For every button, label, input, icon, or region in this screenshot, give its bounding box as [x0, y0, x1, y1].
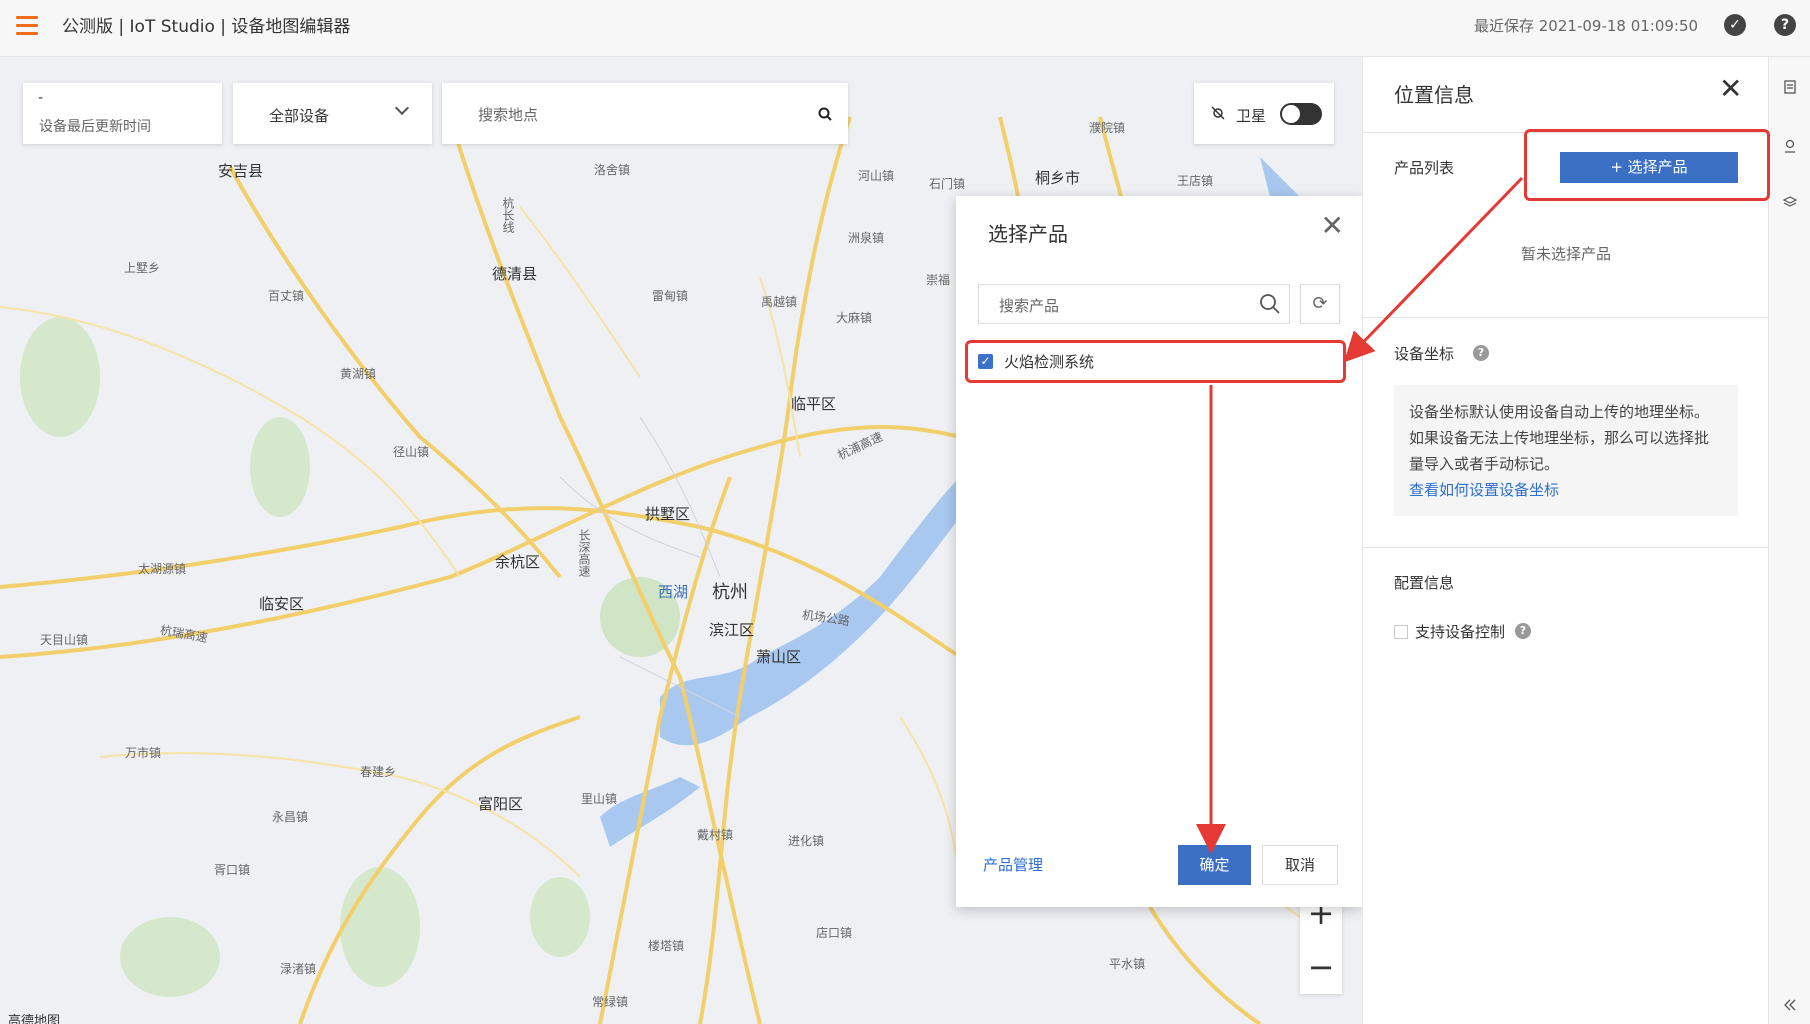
coords-help-icon[interactable]: ?: [1473, 345, 1489, 361]
map-label: 渌渚镇: [280, 962, 317, 976]
device-filter-value: 全部设备: [269, 107, 330, 125]
location-info-panel: 位置信息 ✕ 产品列表 + 选择产品 暂未选择产品 设备坐标 ? 设备坐标默认使…: [1362, 57, 1769, 1024]
coords-help-link[interactable]: 查看如何设置设备坐标: [1409, 477, 1723, 503]
publish-check-icon[interactable]: ✓: [1724, 14, 1746, 36]
place-search-placeholder: 搜索地点: [478, 106, 539, 124]
select-product-dialog: 选择产品 ✕ 搜索产品 ⟳ ✓ 火焰检测系统 产品管理 确定 取消: [956, 196, 1362, 907]
collapse-icon[interactable]: [1782, 997, 1798, 1013]
device-control-label: 支持设备控制: [1415, 623, 1506, 641]
map-label: 百丈镇: [268, 289, 305, 303]
config-info-label: 配置信息: [1394, 574, 1455, 592]
map-label: 滨江区: [709, 621, 755, 639]
search-icon[interactable]: [1259, 293, 1281, 315]
satellite-toggle[interactable]: [1280, 103, 1322, 125]
map-label: 河山镇: [858, 169, 895, 183]
update-time-value: -: [38, 90, 44, 106]
map-label: 黄湖镇: [340, 367, 377, 381]
map-label: 洛舍镇: [594, 163, 631, 177]
map-label: 石门镇: [929, 177, 966, 191]
location-pin-icon[interactable]: [1782, 138, 1798, 154]
map-label: 禹越镇: [761, 295, 798, 309]
map-label: 德清县: [492, 265, 538, 283]
highlight-select-product-button: [1524, 129, 1770, 201]
map-provider-logo: 高德地图: [8, 1014, 61, 1024]
top-header: 公测版 | IoT Studio | 设备地图编辑器 最近保存 2021-09-…: [0, 0, 1810, 57]
map-label: 长深高速: [577, 529, 591, 577]
panel-title: 位置信息: [1394, 83, 1474, 107]
map-label: 濮院镇: [1089, 121, 1126, 135]
last-saved-time: 最近保存 2021-09-18 01:09:50: [1474, 17, 1699, 35]
map-label: 王店镇: [1177, 174, 1214, 188]
place-search-input[interactable]: 搜索地点: [442, 83, 848, 144]
map-label: 萧山区: [756, 648, 802, 666]
product-management-link[interactable]: 产品管理: [983, 854, 1043, 875]
map-label: 进化镇: [788, 834, 825, 848]
map-label: 崇福: [926, 273, 951, 287]
help-icon[interactable]: ?: [1774, 14, 1796, 36]
map-label: 余杭区: [495, 553, 541, 571]
map-label: 临安区: [259, 595, 305, 613]
chevron-down-icon: [394, 100, 410, 116]
map-label: 拱墅区: [645, 505, 691, 523]
map-label: 春建乡: [360, 765, 397, 779]
document-icon[interactable]: [1782, 79, 1798, 95]
search-icon[interactable]: [818, 107, 832, 121]
map-label: 万市镇: [125, 746, 162, 760]
zoom-out-button[interactable]: −: [1300, 940, 1342, 994]
map-label: 临平区: [791, 395, 837, 413]
product-search-placeholder: 搜索产品: [999, 297, 1060, 315]
map-label: 天目山镇: [40, 633, 89, 647]
map-label: 杭长线: [501, 197, 515, 233]
dialog-title: 选择产品: [988, 222, 1068, 246]
product-list-label: 产品列表: [1394, 159, 1455, 177]
map-label: 雷甸镇: [652, 289, 689, 303]
divider: [1363, 547, 1769, 548]
divider: [1363, 317, 1769, 318]
map-label: 富阳区: [478, 795, 524, 813]
map-label: 永昌镇: [272, 810, 309, 824]
map-label: 大麻镇: [836, 311, 873, 325]
confirm-button[interactable]: 确定: [1178, 845, 1251, 885]
map-label: 西湖: [658, 583, 689, 601]
map-label: 径山镇: [393, 445, 430, 459]
map-label: 店口镇: [816, 926, 853, 940]
map-label: 楼塔镇: [648, 939, 685, 953]
empty-product-text: 暂未选择产品: [1521, 245, 1612, 263]
cancel-button[interactable]: 取消: [1262, 845, 1338, 885]
map-label: 常绿镇: [592, 995, 629, 1009]
device-coords-label: 设备坐标: [1394, 345, 1455, 363]
device-update-time-card: - 设备最后更新时间: [23, 83, 222, 144]
map-label: 太湖源镇: [138, 562, 187, 576]
layers-icon[interactable]: [1782, 195, 1798, 211]
map-label: 胥口镇: [214, 863, 251, 877]
satellite-toggle-card: 卫星: [1194, 83, 1334, 144]
dialog-close-icon[interactable]: ✕: [1321, 212, 1344, 240]
map-label: 洲泉镇: [848, 231, 885, 245]
map-label: 安吉县: [218, 162, 264, 180]
product-search-input[interactable]: 搜索产品: [978, 284, 1290, 324]
refresh-icon[interactable]: ⟳: [1300, 284, 1340, 324]
device-filter-select[interactable]: 全部设备: [233, 83, 432, 144]
device-control-help-icon[interactable]: ?: [1515, 623, 1531, 639]
map-label: 上墅乡: [124, 261, 161, 275]
highlight-product-item: [965, 340, 1346, 383]
app-title: 公测版 | IoT Studio | 设备地图编辑器: [62, 17, 351, 37]
map-label: 里山镇: [581, 792, 618, 806]
satellite-icon: [1211, 106, 1225, 120]
map-label: 杭州: [712, 582, 748, 603]
satellite-label: 卫星: [1236, 107, 1267, 125]
coords-info-box: 设备坐标默认使用设备自动上传的地理坐标。如果设备无法上传地理坐标，那么可以选择批…: [1394, 385, 1738, 516]
update-time-label: 设备最后更新时间: [39, 119, 151, 135]
map-label: 平水镇: [1109, 957, 1146, 971]
device-control-checkbox[interactable]: [1394, 625, 1408, 639]
map-label: 戴村镇: [697, 828, 734, 842]
panel-close-icon[interactable]: ✕: [1719, 75, 1742, 103]
right-tool-rail: [1768, 57, 1810, 1024]
coords-info-text: 设备坐标默认使用设备自动上传的地理坐标。如果设备无法上传地理坐标，那么可以选择批…: [1409, 403, 1710, 473]
map-label: 桐乡市: [1035, 169, 1081, 187]
hamburger-menu-icon[interactable]: [16, 16, 38, 36]
